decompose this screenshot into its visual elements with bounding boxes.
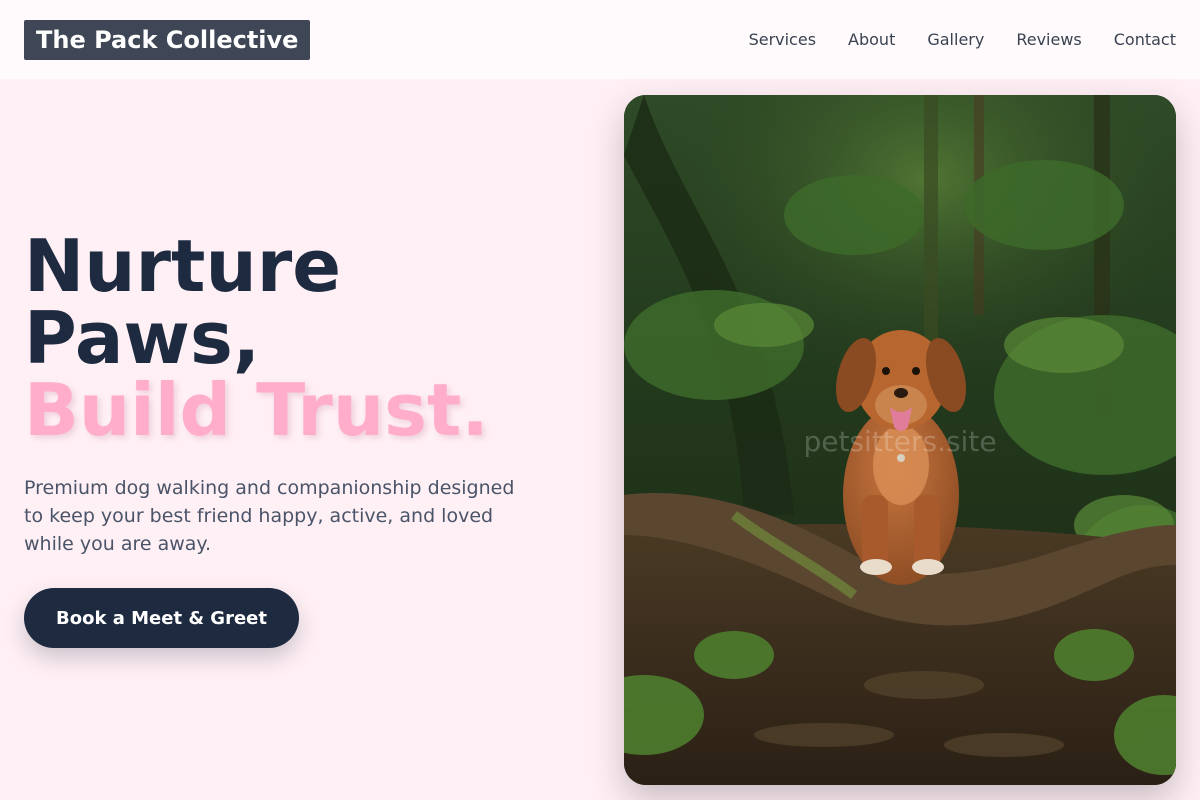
image-watermark: petsitters.site [803,425,997,458]
nav-link-reviews[interactable]: Reviews [1016,30,1081,49]
hero-title-line-2: Paws, [24,296,261,380]
hero-dog-photo: petsitters.site [624,95,1176,785]
hero-title-accent: Build Trust. [24,368,489,452]
nav-link-about[interactable]: About [848,30,895,49]
hero-description: Premium dog walking and companionship de… [24,477,515,555]
brand-logo[interactable]: The Pack Collective [24,19,311,60]
nav-link-contact[interactable]: Contact [1114,30,1176,49]
hero-title: Nurture Paws, Build Trust. [24,230,489,446]
nav-link-services[interactable]: Services [749,30,816,49]
main-nav: Services About Gallery Reviews Contact [749,30,1176,49]
book-meet-greet-button[interactable]: Book a Meet & Greet [24,588,299,648]
site-header: The Pack Collective Services About Galle… [0,0,1200,79]
hero-title-line-1: Nurture [24,224,342,308]
nav-link-gallery[interactable]: Gallery [927,30,984,49]
